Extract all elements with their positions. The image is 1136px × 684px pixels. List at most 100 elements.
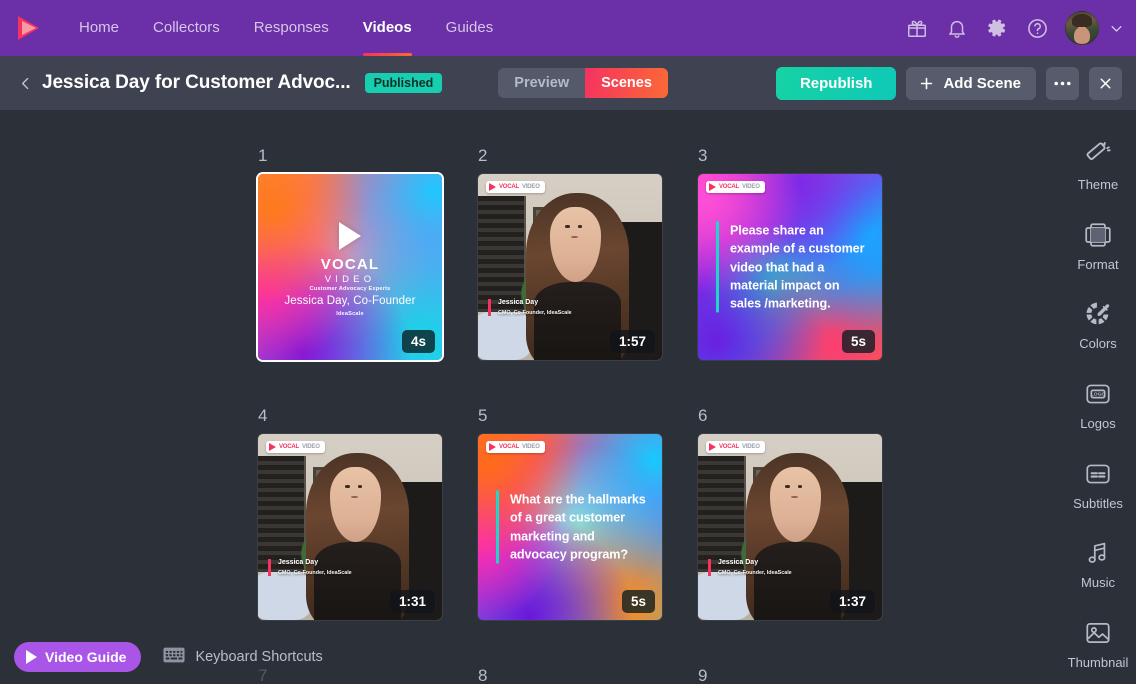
play-triangle-icon <box>489 443 496 451</box>
sidebar-item-theme[interactable]: Theme <box>1060 126 1136 206</box>
video-guide-label: Video Guide <box>45 649 127 665</box>
status-badge: Published <box>364 72 443 94</box>
music-note-icon <box>1083 538 1113 568</box>
editor-toolbar: Jessica Day for Customer Advoc... Publis… <box>0 56 1136 110</box>
chevron-left-icon[interactable] <box>10 63 40 103</box>
scene-card-8[interactable]: 8 VOCAL VIDEO <box>478 666 662 684</box>
nav-link-responses[interactable]: Responses <box>237 0 346 56</box>
scene-number: 5 <box>478 406 488 425</box>
keyboard-shortcuts-button[interactable]: Keyboard Shortcuts <box>163 647 323 668</box>
scene-card-1[interactable]: 1 VOCAL VIDEO Customer Advocacy Experts … <box>258 146 442 360</box>
bell-icon[interactable] <box>937 0 977 56</box>
question-text: Please share an example of a customer vi… <box>716 221 868 313</box>
play-triangle-icon <box>709 183 716 191</box>
sidebar-item-label: Colors <box>1079 336 1117 352</box>
logo-box-icon: LOGO <box>1083 379 1113 409</box>
scene-card-4[interactable]: 4 VOCAL VIDEO Jessica Day CMO, Co-Founde… <box>258 406 442 620</box>
help-circle-icon[interactable] <box>1017 0 1057 56</box>
page-title: Jessica Day for Customer Advoc... <box>42 72 351 93</box>
add-scene-button[interactable]: Add Scene <box>906 66 1036 100</box>
scenes-canvas: 1 VOCAL VIDEO Customer Advocacy Experts … <box>0 110 1136 684</box>
watermark-word-1: VOCAL <box>719 184 740 190</box>
sidebar-item-label: Theme <box>1077 176 1119 192</box>
nav-right-actions <box>897 0 1136 56</box>
overlay-role: CMO, Co-Founder, IdeaScale <box>278 570 352 576</box>
play-triangle-icon <box>26 650 37 664</box>
vocal-video-watermark-icon: VOCAL VIDEO <box>266 441 325 453</box>
sidebar-item-colors[interactable]: Colors <box>1060 285 1136 365</box>
watermark-word-1: VOCAL <box>719 444 740 450</box>
vocal-video-logo-icon[interactable] <box>0 0 56 56</box>
scene-thumbnail[interactable]: VOCAL VIDEO Customer Advocacy Experts Je… <box>258 174 442 360</box>
nav-link-home[interactable]: Home <box>62 0 136 56</box>
scene-thumbnail[interactable]: VOCAL VIDEO Jessica Day CMO, Co-Founder,… <box>478 174 662 360</box>
right-sidebar: Theme Format Colors LOGO Logos Subtitles… <box>1060 110 1136 684</box>
frame-icon <box>1083 220 1113 250</box>
keyboard-icon <box>163 647 185 668</box>
sidebar-item-label: Thumbnail <box>1067 655 1129 671</box>
play-triangle-icon <box>709 443 716 451</box>
duration-badge: 1:31 <box>389 589 435 613</box>
scene-card-5[interactable]: 5 VOCAL VIDEO What are the hallmarks of … <box>478 406 662 620</box>
video-guide-button[interactable]: Video Guide <box>14 642 142 672</box>
overlay-role: CMO, Co-Founder, IdeaScale <box>718 570 792 576</box>
vocal-video-watermark-icon: VOCAL VIDEO <box>706 181 765 193</box>
top-navigation-bar: Home Collectors Responses Videos Guides <box>0 0 1136 56</box>
scene-card-3[interactable]: 3 VOCAL VIDEO Please share an example of… <box>698 146 882 360</box>
overlay-name: Jessica Day <box>498 299 539 307</box>
chevron-down-icon[interactable] <box>1109 21 1124 36</box>
watermark-word-1: VOCAL <box>279 444 300 450</box>
sidebar-item-label: Music <box>1081 575 1115 591</box>
title-name: Jessica Day, Co-Founder <box>284 294 416 307</box>
image-icon <box>1083 618 1113 648</box>
scene-number: 2 <box>478 146 488 165</box>
scene-thumbnail[interactable]: VOCAL VIDEO Jessica Day CMO, Co-Founder,… <box>698 434 882 620</box>
scene-thumbnail[interactable]: VOCAL VIDEO What are the hallmarks of a … <box>478 434 662 620</box>
scene-thumbnail[interactable]: VOCAL VIDEO Jessica Day CMO, Co-Founder,… <box>258 434 442 620</box>
play-triangle-icon <box>489 183 496 191</box>
scene-card-6[interactable]: 6 VOCAL VIDEO Jessica Day CMO, Co-Founde… <box>698 406 882 620</box>
sidebar-item-label: Subtitles <box>1073 495 1123 511</box>
svg-text:LOGO: LOGO <box>1091 392 1106 398</box>
scene-card-2[interactable]: 2 VOCAL VIDEO Jessica Day CMO, Co-Founde… <box>478 146 662 360</box>
duration-badge: 1:57 <box>609 329 655 353</box>
sidebar-item-label: Logos <box>1080 416 1116 432</box>
logo-wordmark: VOCAL <box>320 256 380 274</box>
watermark-word-2: VIDEO <box>522 444 540 450</box>
nav-link-collectors[interactable]: Collectors <box>136 0 237 56</box>
scene-number: 4 <box>258 406 268 425</box>
nav-link-guides[interactable]: Guides <box>429 0 511 56</box>
bottom-bar: Video Guide Keyboard Shortcuts <box>0 630 348 684</box>
watermark-word-2: VIDEO <box>742 444 760 450</box>
lower-third-overlay: Jessica Day CMO, Co-Founder, IdeaScale <box>708 559 792 576</box>
overlay-name: Jessica Day <box>278 559 319 567</box>
sidebar-item-logos[interactable]: LOGO Logos <box>1060 365 1136 445</box>
sidebar-item-subtitles[interactable]: Subtitles <box>1060 445 1136 525</box>
title-card-text: Customer Advocacy Experts Jessica Day, C… <box>258 286 442 317</box>
vocal-video-watermark-icon: VOCAL VIDEO <box>486 181 545 193</box>
sidebar-item-thumbnail[interactable]: Thumbnail <box>1060 604 1136 684</box>
watermark-word-2: VIDEO <box>742 184 760 190</box>
lower-third-overlay: Jessica Day CMO, Co-Founder, IdeaScale <box>268 559 352 576</box>
republish-button[interactable]: Republish <box>775 66 897 100</box>
more-options-button[interactable] <box>1046 66 1079 100</box>
scene-thumbnail[interactable]: VOCAL VIDEO Please share an example of a… <box>698 174 882 360</box>
overlay-role: CMO, Co-Founder, IdeaScale <box>498 310 572 316</box>
magic-wand-icon <box>1083 140 1113 170</box>
tab-scenes[interactable]: Scenes <box>585 68 668 98</box>
scene-number: 9 <box>698 666 708 684</box>
gear-icon[interactable] <box>977 0 1017 56</box>
add-scene-label: Add Scene <box>943 74 1021 92</box>
watermark-word-1: VOCAL <box>499 444 520 450</box>
sidebar-item-format[interactable]: Format <box>1060 206 1136 286</box>
tab-preview[interactable]: Preview <box>498 68 585 98</box>
scene-number: 3 <box>698 146 708 165</box>
sidebar-item-music[interactable]: Music <box>1060 525 1136 605</box>
scene-card-9[interactable]: 9 VOCAL VIDEO <box>698 666 882 684</box>
close-button[interactable] <box>1089 66 1122 100</box>
watermark-word-2: VIDEO <box>522 184 540 190</box>
avatar[interactable] <box>1065 11 1099 45</box>
nav-link-videos[interactable]: Videos <box>346 0 429 56</box>
sidebar-item-label: Format <box>1077 256 1119 272</box>
gift-icon[interactable] <box>897 0 937 56</box>
